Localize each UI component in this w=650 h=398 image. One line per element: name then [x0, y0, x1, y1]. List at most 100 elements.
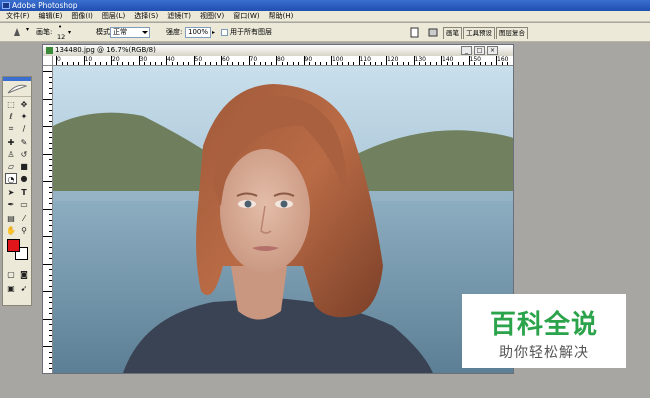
crop-tool-icon[interactable]: ⌗: [5, 123, 17, 134]
brush-dropdown-icon[interactable]: ▾: [68, 23, 71, 42]
vertical-ruler[interactable]: [43, 66, 53, 373]
lasso-tool-icon[interactable]: ℓ: [5, 111, 17, 122]
hand-tool-icon[interactable]: ✋: [5, 225, 17, 236]
imageready-icon[interactable]: ➹: [18, 283, 30, 294]
image-canvas[interactable]: [53, 66, 513, 373]
path-select-icon[interactable]: ➤: [5, 187, 17, 198]
ruler-tick: [49, 225, 52, 226]
quick-mask-icon[interactable]: ◙: [18, 269, 30, 280]
ruler-tick: [111, 56, 112, 65]
ruler-tick: [49, 307, 52, 309]
minimize-button[interactable]: _: [461, 46, 472, 55]
ruler-tick: [160, 62, 162, 65]
ruler-tick: [43, 126, 52, 127]
ruler-tick: [43, 98, 52, 100]
history-brush-icon[interactable]: ↺: [18, 149, 30, 160]
move-tool-icon[interactable]: ✥: [18, 99, 30, 110]
ruler-tick: [67, 62, 68, 65]
tool-preset-picker[interactable]: [10, 23, 24, 42]
ruler-tick: [49, 164, 52, 166]
ruler-tick: [49, 335, 52, 336]
ruler-tick: [49, 76, 52, 78]
ruler-tick: [49, 285, 52, 287]
ruler-tick: [105, 62, 107, 65]
ruler-tick: [49, 148, 52, 149]
ruler-tick: [89, 62, 90, 65]
mode-select[interactable]: 正常: [110, 27, 150, 38]
clone-stamp-icon[interactable]: ♙: [5, 149, 17, 160]
ruler-tick: [49, 192, 52, 193]
preset-dropdown-icon[interactable]: ▾: [26, 20, 29, 39]
adobe-online-icon[interactable]: [3, 81, 31, 97]
ruler-tick: [49, 203, 52, 204]
ruler-tick: [182, 62, 184, 65]
ruler-tick: [100, 62, 101, 65]
tab-layer-comps[interactable]: 图层复合: [496, 27, 528, 39]
ruler-tick: [479, 62, 481, 65]
menu-window[interactable]: 窗口(W): [230, 11, 262, 22]
ruler-tick: [43, 346, 52, 347]
brush-tool-icon[interactable]: ✎: [18, 137, 30, 148]
strength-slider-toggle[interactable]: ▸: [212, 23, 215, 42]
app-title: Adobe Photoshop: [12, 1, 78, 10]
maximize-button[interactable]: □: [474, 46, 485, 55]
ruler-tick: [49, 274, 52, 276]
ruler-tick: [49, 175, 52, 177]
zoom-tool-icon[interactable]: ⚲: [18, 225, 30, 236]
menu-view[interactable]: 视图(V): [197, 11, 227, 22]
smudge-tool-icon[interactable]: ◔: [5, 173, 17, 184]
ruler-tick: [226, 62, 228, 65]
pen-tool-icon[interactable]: ✒: [5, 199, 17, 210]
menu-image[interactable]: 图像(I): [68, 11, 96, 22]
file-browser-icon[interactable]: [410, 23, 420, 42]
foreground-color-swatch[interactable]: [7, 239, 20, 252]
close-button[interactable]: ×: [487, 46, 498, 55]
eyedropper-icon[interactable]: ⁄: [18, 213, 30, 224]
ruler-tick: [94, 62, 96, 65]
toggle-palettes-icon[interactable]: [428, 23, 438, 42]
ruler-label: 0: [57, 56, 61, 63]
ruler-tick: [215, 62, 217, 65]
ruler-tick: [49, 302, 52, 303]
document-title-bar[interactable]: 134480.jpg @ 16.7%(RGB/8) _ □ ×: [43, 45, 513, 56]
tab-brushes[interactable]: 画笔: [443, 27, 462, 39]
menu-help[interactable]: 帮助(H): [266, 11, 297, 22]
ruler-tick: [149, 62, 151, 65]
notes-tool-icon[interactable]: ▤: [5, 213, 17, 224]
ruler-tick: [419, 62, 420, 65]
shape-tool-icon[interactable]: ▭: [18, 199, 30, 210]
menu-filter[interactable]: 滤镜(T): [164, 11, 194, 22]
gradient-tool-icon[interactable]: ■: [18, 161, 30, 172]
ruler-tick: [49, 351, 52, 353]
ruler-tick: [386, 56, 387, 65]
ruler-tick: [49, 269, 52, 270]
magic-wand-icon[interactable]: ✦: [18, 111, 30, 122]
ruler-tick: [78, 62, 79, 65]
ruler-tick: [210, 62, 211, 65]
marquee-tool-icon[interactable]: ⬚: [5, 99, 17, 110]
type-tool-icon[interactable]: T: [18, 187, 30, 198]
ruler-tick: [259, 62, 261, 65]
ruler-tick: [248, 56, 250, 65]
all-layers-checkbox[interactable]: [221, 29, 228, 36]
dodge-tool-icon[interactable]: ●: [18, 173, 30, 184]
strength-input[interactable]: 100%: [185, 27, 211, 38]
ruler-tick: [49, 159, 52, 160]
menu-bar: 文件(F) 编辑(E) 图像(I) 图层(L) 选择(S) 滤镜(T) 视图(V…: [0, 11, 650, 22]
slice-tool-icon[interactable]: ∕: [18, 123, 30, 134]
screen-mode-icon[interactable]: ▣: [5, 283, 17, 294]
ruler-tick: [281, 62, 283, 65]
standard-mode-icon[interactable]: ▢: [5, 269, 17, 280]
eraser-tool-icon[interactable]: ▱: [5, 161, 17, 172]
ruler-origin[interactable]: [43, 56, 53, 66]
ruler-tick: [43, 208, 52, 210]
ruler-tick: [243, 62, 244, 65]
ruler-tick: [496, 56, 497, 65]
ruler-tick: [49, 362, 52, 364]
menu-select[interactable]: 选择(S): [131, 11, 161, 22]
ruler-tick: [49, 82, 52, 83]
horizontal-ruler[interactable]: 0 10 20 30 40 50 60 70 80 90 100 110 120 130 140 150 160: [53, 56, 513, 66]
menu-layer[interactable]: 图层(L): [99, 11, 128, 22]
healing-brush-icon[interactable]: ✚: [5, 137, 17, 148]
tab-tool-presets[interactable]: 工具预设: [463, 27, 495, 39]
